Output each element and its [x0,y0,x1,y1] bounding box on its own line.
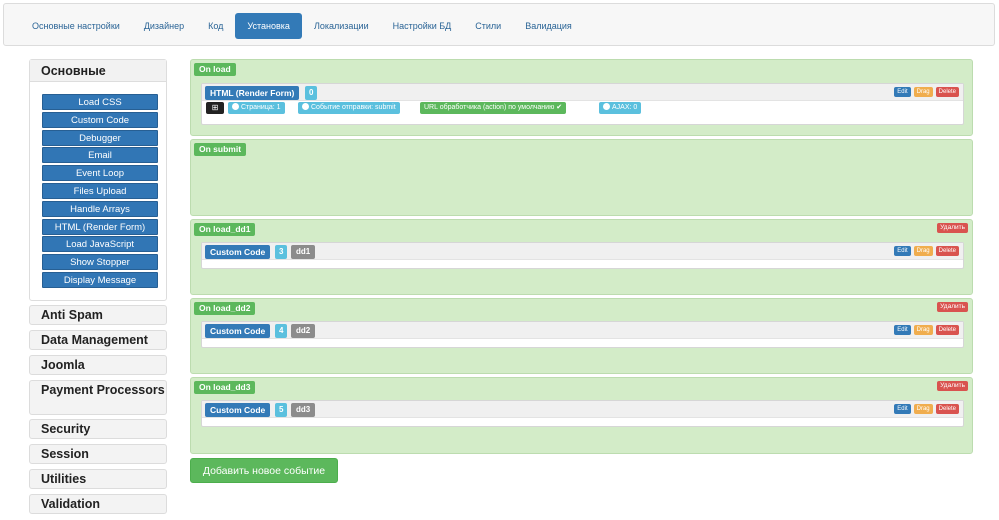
sidebar-main-title[interactable]: Основные [30,60,166,82]
submit-event-setting-badge[interactable]: Событие отправки: submit [298,102,400,114]
gear-icon [603,103,610,110]
event-onload: On load HTML (Render Form) 0 Edit Drag D… [190,59,973,136]
event-onload-dd3: On load_dd3 Удалить Custom Code 5 dd3 Ed… [190,377,973,454]
action-header: Custom Code 5 dd3 Edit Drag Delete [202,401,963,418]
sidebar-item-html-render-form[interactable]: HTML (Render Form) [42,218,158,235]
page-setting-badge[interactable]: Страница: 1 [228,102,285,114]
event-label-dd3: On load_dd3 [194,381,256,394]
tab-localization[interactable]: Локализации [302,13,381,39]
url-action-setting-badge[interactable]: URL обработчика (action) по умолчанию ✔ [420,102,567,114]
add-event-button[interactable]: Добавить новое событие [190,458,338,483]
sidebar-main-items: Load CSS Custom Code Debugger Email Even… [42,94,158,290]
delete-button[interactable]: Delete [935,325,959,335]
action-buttons: Edit Drag Delete [894,404,959,414]
action-header: HTML (Render Form) 0 Edit Drag Delete [202,84,963,101]
action-header: Custom Code 4 dd2 Edit Drag Delete [202,322,963,339]
action-header: Custom Code 3 dd1 Edit Drag Delete [202,243,963,260]
drag-button[interactable]: Drag [913,87,933,97]
action-number-badge: 5 [275,403,288,417]
sidebar-item-load-javascript[interactable]: Load JavaScript [42,236,158,253]
delete-button[interactable]: Delete [935,87,959,97]
edit-button[interactable]: Edit [894,404,911,414]
event-onload-dd2: On load_dd2 Удалить Custom Code 4 dd2 Ed… [190,298,973,374]
sidebar-group-session[interactable]: Session [29,444,167,464]
delete-event-button[interactable]: Удалить [937,223,968,233]
sidebar-group-validation[interactable]: Validation [29,494,167,514]
tab-main-settings[interactable]: Основные настройки [20,13,132,39]
action-title: HTML (Render Form) [205,86,300,100]
gear-icon [232,103,239,110]
action-tag-badge: dd2 [291,324,316,338]
sidebar-item-handle-arrays[interactable]: Handle Arrays [42,200,158,217]
event-onsubmit: On submit [190,139,973,216]
sidebar-item-files-upload[interactable]: Files Upload [42,182,158,199]
edit-button[interactable]: Edit [894,325,911,335]
sidebar-item-debugger[interactable]: Debugger [42,129,158,146]
tab-designer[interactable]: Дизайнер [132,13,196,39]
action-number-badge: 0 [305,86,318,100]
action-custom-code: Custom Code 5 dd3 Edit Drag Delete [201,400,964,427]
delete-button[interactable]: Delete [935,246,959,256]
action-custom-code: Custom Code 4 dd2 Edit Drag Delete [201,321,964,348]
sidebar-item-display-message[interactable]: Display Message [42,271,158,288]
action-tag-badge: dd3 [291,403,316,417]
action-number-badge: 4 [275,324,288,338]
tab-validation[interactable]: Валидация [513,13,584,39]
sidebar-item-event-loop[interactable]: Event Loop [42,165,158,182]
ajax-setting-badge[interactable]: AJAX: 0 [599,102,642,114]
tab-setup[interactable]: Установка [235,13,302,39]
delete-event-button[interactable]: Удалить [937,302,968,312]
edit-button[interactable]: Edit [894,87,911,97]
action-buttons: Edit Drag Delete [894,246,959,256]
sidebar-item-load-css[interactable]: Load CSS [42,94,158,110]
action-buttons: Edit Drag Delete [894,325,959,335]
tab-styles[interactable]: Стили [463,13,513,39]
event-onload-dd1: On load_dd1 Удалить Custom Code 3 dd1 Ed… [190,219,973,295]
sidebar-item-show-stopper[interactable]: Show Stopper [42,254,158,271]
drag-button[interactable]: Drag [913,404,933,414]
sidebar-group-data-management[interactable]: Data Management [29,330,167,350]
tab-code[interactable]: Код [196,13,235,39]
action-html-render-form: HTML (Render Form) 0 Edit Drag Delete ⊞ … [201,83,964,125]
event-label-onload: On load [194,63,236,76]
event-label-dd1: On load_dd1 [194,223,256,236]
action-settings-row: ⊞ Страница: 1 Событие отправки: submit U… [202,101,963,115]
sidebar-item-email[interactable]: Email [42,147,158,164]
tab-db-settings[interactable]: Настройки БД [381,13,464,39]
sidebar-group-joomla[interactable]: Joomla [29,355,167,375]
sidebar-group-payment-processors[interactable]: Payment Processors [29,380,167,415]
gear-icon [302,103,309,110]
sidebar-main-panel: Основные Load CSS Custom Code Debugger E… [29,59,167,301]
edit-button[interactable]: Edit [894,246,911,256]
top-tab-bar: Основные настройки Дизайнер Код Установк… [3,3,995,46]
action-buttons: Edit Drag Delete [894,87,959,97]
action-custom-code: Custom Code 3 dd1 Edit Drag Delete [201,242,964,269]
tabs: Основные настройки Дизайнер Код Установк… [20,13,584,39]
action-title: Custom Code [205,245,271,259]
check-icon: ✔ [556,104,563,111]
sidebar-group-anti-spam[interactable]: Anti Spam [29,305,167,325]
sidebar-item-custom-code[interactable]: Custom Code [42,111,158,128]
action-title: Custom Code [205,324,271,338]
event-label-onsubmit: On submit [194,143,247,156]
delete-button[interactable]: Delete [935,404,959,414]
sitemap-icon[interactable]: ⊞ [206,102,224,114]
delete-event-button[interactable]: Удалить [937,381,968,391]
drag-button[interactable]: Drag [913,325,933,335]
action-title: Custom Code [205,403,271,417]
sidebar-group-security[interactable]: Security [29,419,167,439]
event-label-dd2: On load_dd2 [194,302,256,315]
sidebar-group-utilities[interactable]: Utilities [29,469,167,489]
action-tag-badge: dd1 [291,245,316,259]
drag-button[interactable]: Drag [913,246,933,256]
action-number-badge: 3 [275,245,288,259]
